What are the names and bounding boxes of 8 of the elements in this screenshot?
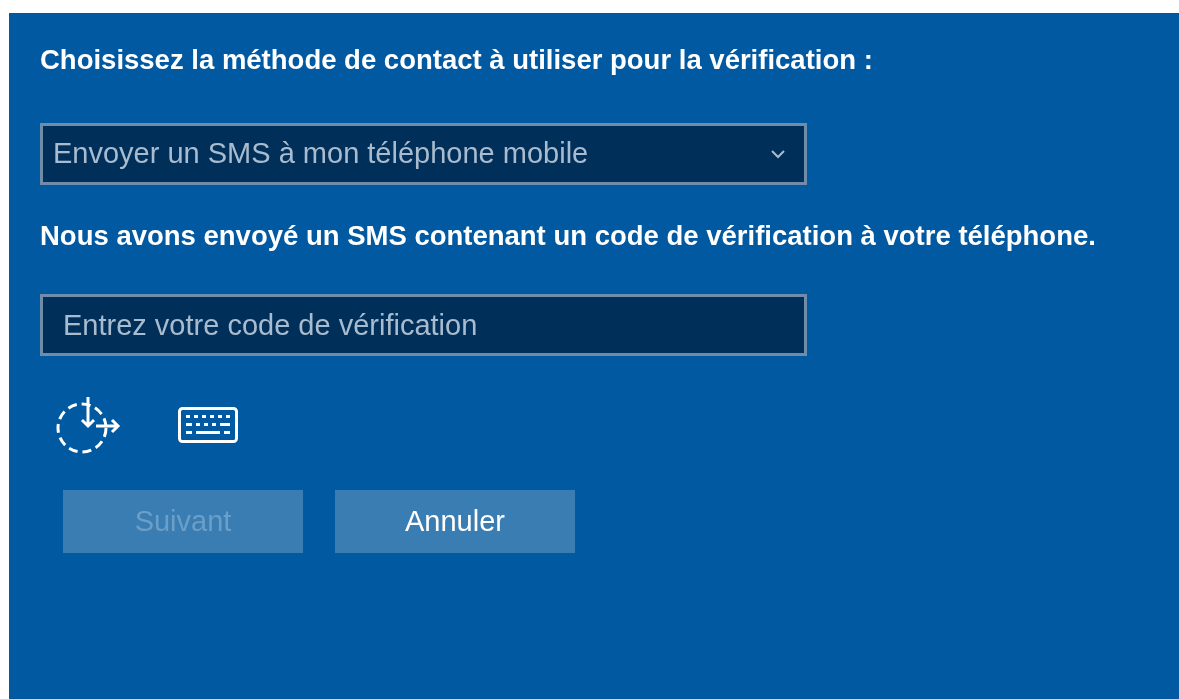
message-text: Nous avons envoyé un SMS contenant un code de vérification à votre téléphone. — [40, 221, 1097, 251]
chevron-icon — [770, 149, 786, 159]
cancel-button[interactable]: Annuler — [335, 490, 575, 553]
prompt-text: Choisissez la méthode de contact à utiliser pour la vérification : — [40, 45, 874, 75]
method-dropdown[interactable]: Envoyer un SMS à mon téléphone mobile — [40, 123, 807, 185]
keyboard-icon[interactable] — [178, 407, 238, 443]
code-field[interactable]: Entrez votre code de vérification — [40, 294, 807, 356]
timer-arrow-icon[interactable] — [54, 396, 122, 454]
